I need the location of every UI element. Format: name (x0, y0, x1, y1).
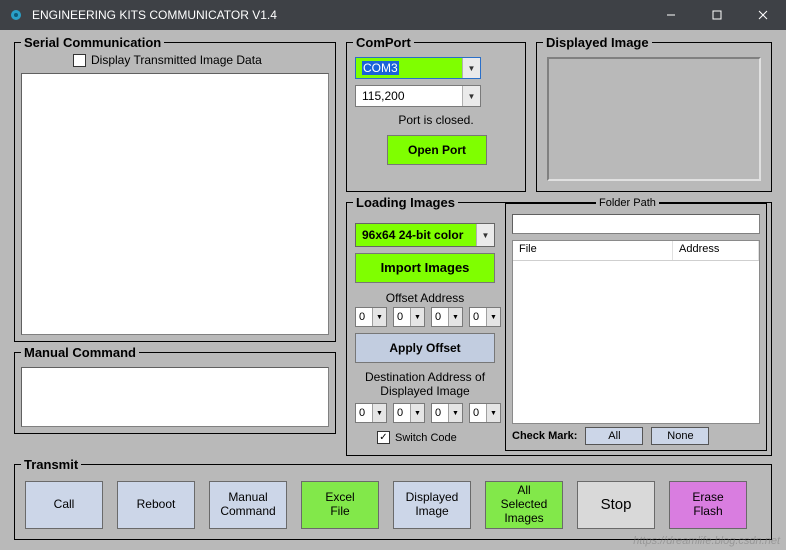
open-port-button[interactable]: Open Port (387, 135, 487, 165)
folder-file-table[interactable]: File Address (512, 240, 760, 424)
offset-byte-0[interactable]: 0▼ (355, 307, 387, 327)
chevron-down-icon: ▼ (448, 404, 462, 422)
offset-address-row: 0▼ 0▼ 0▼ 0▼ (355, 307, 501, 327)
displayed-image-group: Displayed Image (536, 42, 772, 192)
transmit-group: Transmit Call Reboot Manual Command Exce… (14, 464, 772, 540)
switch-code-checkbox[interactable]: ✓ Switch Code (377, 431, 457, 444)
chevron-down-icon: ▼ (410, 308, 424, 326)
chevron-down-icon: ▼ (372, 404, 386, 422)
import-images-button[interactable]: Import Images (355, 253, 495, 283)
offset-address-label: Offset Address (355, 291, 495, 305)
transmit-title: Transmit (21, 457, 81, 472)
loading-images-title: Loading Images (353, 195, 458, 210)
col-file[interactable]: File (513, 241, 673, 260)
table-header-row: File Address (513, 241, 759, 261)
comport-select[interactable]: COM3 ▼ (355, 57, 481, 79)
manual-group-title: Manual Command (21, 345, 139, 360)
chevron-down-icon: ▼ (486, 308, 500, 326)
chevron-down-icon: ▼ (448, 308, 462, 326)
displayed-image-canvas (547, 57, 761, 181)
displayed-image-title: Displayed Image (543, 35, 652, 50)
reboot-button[interactable]: Reboot (117, 481, 195, 529)
baudrate-value: 115,200 (356, 86, 462, 106)
folder-path-title: Folder Path (596, 197, 659, 209)
serial-communication-group: Serial Communication Display Transmitted… (14, 42, 336, 342)
port-status-label: Port is closed. (347, 113, 525, 127)
folder-path-input[interactable] (512, 214, 760, 234)
maximize-button[interactable] (694, 0, 740, 30)
chevron-down-icon: ▼ (462, 58, 480, 78)
erase-flash-button[interactable]: Erase Flash (669, 481, 747, 529)
checkmark-label: Check Mark: (512, 430, 577, 442)
window-title: ENGINEERING KITS COMMUNICATOR V1.4 (32, 8, 648, 22)
manual-command-group: Manual Command (14, 352, 336, 434)
folder-path-group: Folder Path File Address Check Mark: All… (505, 203, 767, 451)
displayed-image-button[interactable]: Displayed Image (393, 481, 471, 529)
manual-command-button[interactable]: Manual Command (209, 481, 287, 529)
dest-address-label: Destination Address of Displayed Image (355, 371, 495, 399)
excel-file-button[interactable]: Excel File (301, 481, 379, 529)
checkmark-none-button[interactable]: None (651, 427, 709, 445)
titlebar: ENGINEERING KITS COMMUNICATOR V1.4 (0, 0, 786, 30)
checkmark-controls: Check Mark: All None (512, 427, 709, 445)
offset-byte-3[interactable]: 0▼ (469, 307, 501, 327)
dest-byte-2[interactable]: 0▼ (431, 403, 463, 423)
comport-value: COM3 (362, 61, 399, 75)
chevron-down-icon: ▼ (372, 308, 386, 326)
dest-address-row: 0▼ 0▼ 0▼ 0▼ (355, 403, 501, 423)
display-transmitted-label: Display Transmitted Image Data (91, 53, 262, 67)
comport-group-title: ComPort (353, 35, 414, 50)
chevron-down-icon: ▼ (476, 224, 494, 246)
resolution-select[interactable]: 96x64 24-bit color ▼ (355, 223, 495, 247)
col-address[interactable]: Address (673, 241, 759, 260)
app-icon (8, 7, 24, 23)
baudrate-select[interactable]: 115,200 ▼ (355, 85, 481, 107)
close-button[interactable] (740, 0, 786, 30)
chevron-down-icon: ▼ (462, 86, 480, 106)
resolution-value: 96x64 24-bit color (356, 224, 476, 246)
minimize-button[interactable] (648, 0, 694, 30)
chevron-down-icon: ▼ (486, 404, 500, 422)
checkmark-all-button[interactable]: All (585, 427, 643, 445)
chevron-down-icon: ▼ (410, 404, 424, 422)
comport-group: ComPort COM3 ▼ 115,200 ▼ Port is closed.… (346, 42, 526, 192)
call-button[interactable]: Call (25, 481, 103, 529)
apply-offset-button[interactable]: Apply Offset (355, 333, 495, 363)
switch-code-label: Switch Code (395, 432, 457, 444)
stop-button[interactable]: Stop (577, 481, 655, 529)
display-transmitted-checkbox[interactable]: Display Transmitted Image Data (73, 53, 262, 67)
offset-byte-1[interactable]: 0▼ (393, 307, 425, 327)
serial-group-title: Serial Communication (21, 35, 164, 50)
all-selected-images-button[interactable]: All Selected Images (485, 481, 563, 529)
manual-command-input[interactable] (21, 367, 329, 427)
serial-output-textarea[interactable] (21, 73, 329, 335)
checkmark-icon: ✓ (377, 431, 390, 444)
dest-byte-0[interactable]: 0▼ (355, 403, 387, 423)
checkbox-box-icon (73, 54, 86, 67)
dest-byte-1[interactable]: 0▼ (393, 403, 425, 423)
loading-images-group: Loading Images 96x64 24-bit color ▼ Impo… (346, 202, 772, 456)
dest-byte-3[interactable]: 0▼ (469, 403, 501, 423)
watermark-text: https://dreamlife.blog.csdn.net (633, 535, 780, 547)
offset-byte-2[interactable]: 0▼ (431, 307, 463, 327)
